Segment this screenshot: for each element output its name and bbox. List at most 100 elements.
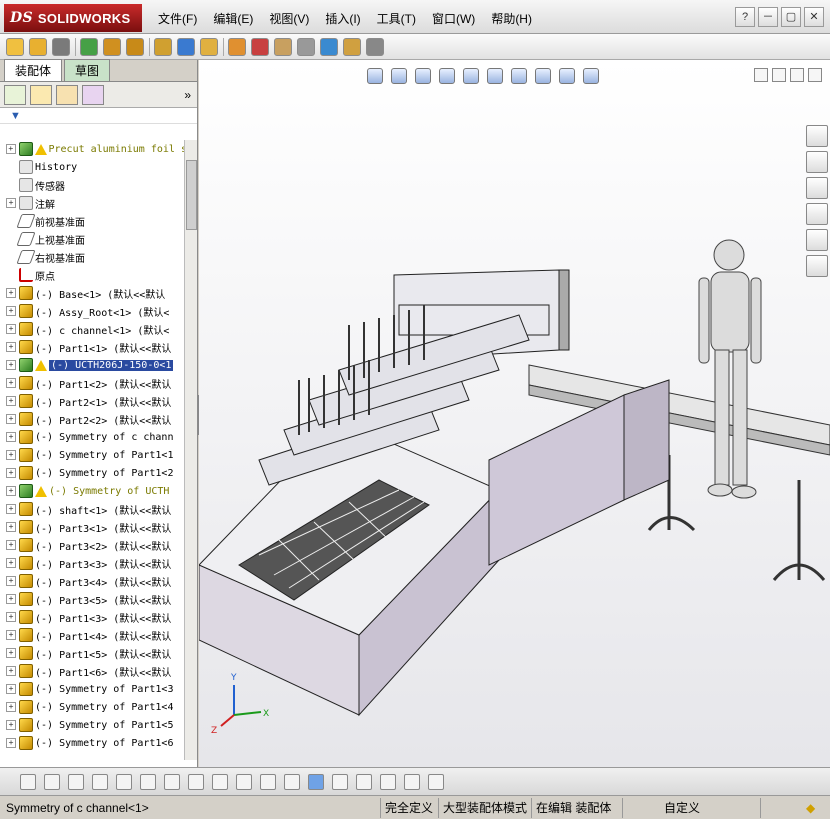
minimize-button[interactable]: － bbox=[758, 7, 778, 27]
tree-item[interactable]: + (-) Symmetry of Part1<1 bbox=[0, 446, 184, 464]
tree-item[interactable]: + (-) c channel<1> (默认< bbox=[0, 320, 184, 338]
shaded-view-icon[interactable] bbox=[308, 773, 324, 790]
tree-item[interactable]: + (-) Symmetry of Part1<6 bbox=[0, 734, 184, 752]
exploded-view-icon[interactable] bbox=[228, 37, 246, 56]
menu-edit[interactable]: 编辑(E) bbox=[205, 10, 261, 28]
menu-insert[interactable]: 插入(I) bbox=[317, 10, 368, 28]
menu-help[interactable]: 帮助(H) bbox=[483, 10, 540, 28]
instant3d-icon[interactable] bbox=[274, 37, 292, 56]
move-component-icon[interactable] bbox=[80, 37, 98, 56]
expand-toggle-icon[interactable]: + bbox=[6, 342, 16, 352]
offset-icon[interactable] bbox=[188, 773, 204, 790]
grid-icon[interactable] bbox=[236, 773, 252, 790]
tab-sketch[interactable]: 草图 bbox=[64, 59, 111, 81]
smart-fasteners-icon[interactable] bbox=[297, 37, 315, 56]
options-icon[interactable] bbox=[343, 37, 361, 56]
tree-scrollbar[interactable] bbox=[184, 140, 197, 760]
interference-detection-icon[interactable] bbox=[251, 37, 269, 56]
tree-item[interactable]: 右视基准面 bbox=[0, 248, 184, 266]
funnel-icon[interactable]: ▼ bbox=[10, 110, 21, 122]
trim-icon[interactable] bbox=[92, 773, 108, 790]
tree-item[interactable]: + 注解 bbox=[0, 194, 184, 212]
rebuild-status-icon[interactable]: ◆ bbox=[806, 800, 815, 816]
table-icon[interactable] bbox=[428, 773, 444, 790]
circle-icon[interactable] bbox=[44, 773, 60, 790]
tab-assembly[interactable]: 装配体 bbox=[4, 59, 63, 81]
expand-toggle-icon[interactable]: + bbox=[6, 324, 16, 334]
insert-component-icon[interactable] bbox=[6, 37, 24, 56]
expand-toggle-icon[interactable]: + bbox=[6, 414, 16, 424]
expand-toggle-icon[interactable]: + bbox=[6, 666, 16, 676]
linear-pattern-icon[interactable] bbox=[52, 37, 70, 56]
tree-item[interactable]: + (-) Symmetry of c chann bbox=[0, 428, 184, 446]
reference-geometry-icon[interactable] bbox=[154, 37, 172, 56]
tree-item[interactable]: + (-) Base<1> (默认<<默认 bbox=[0, 284, 184, 302]
tree-item[interactable]: 原点 bbox=[0, 266, 184, 284]
tree-item[interactable]: 传感器 bbox=[0, 176, 184, 194]
expand-toggle-icon[interactable]: + bbox=[6, 288, 16, 298]
expand-toggle-icon[interactable]: + bbox=[6, 468, 16, 478]
assembly-model-render[interactable]: Y X Z bbox=[199, 60, 830, 767]
tree-item[interactable]: + (-) Symmetry of Part1<5 bbox=[0, 716, 184, 734]
tree-item[interactable]: 上视基准面 bbox=[0, 230, 184, 248]
tree-item[interactable]: + (-) Part1<2> (默认<<默认 bbox=[0, 374, 184, 392]
expand-toggle-icon[interactable]: + bbox=[6, 378, 16, 388]
expand-toggle-icon[interactable]: + bbox=[6, 630, 16, 640]
rebuild-icon[interactable] bbox=[320, 37, 338, 56]
show-hidden-icon[interactable] bbox=[103, 37, 121, 56]
components-icon[interactable] bbox=[356, 773, 372, 790]
snapshot-icon[interactable] bbox=[366, 37, 384, 56]
dimension-icon[interactable] bbox=[212, 773, 228, 790]
solidworks-logo[interactable]: DS SOLIDWORKS bbox=[4, 4, 142, 32]
tree-scrollbar-thumb[interactable] bbox=[186, 160, 197, 230]
expand-toggle-icon[interactable]: + bbox=[6, 450, 16, 460]
maximize-button[interactable]: ▢ bbox=[781, 7, 801, 27]
tree-item[interactable]: + (-) Part1<1> (默认<<默认 bbox=[0, 338, 184, 356]
tree-item[interactable]: + (-) UCTH206J-150-0<1 bbox=[0, 356, 184, 374]
expand-toggle-icon[interactable]: + bbox=[6, 360, 16, 370]
polygon-icon[interactable] bbox=[68, 773, 84, 790]
mate-icon[interactable] bbox=[29, 37, 47, 56]
measure-icon[interactable] bbox=[404, 773, 420, 790]
tree-item[interactable]: + Precut aluminium foil se bbox=[0, 140, 184, 158]
line-icon[interactable] bbox=[116, 773, 132, 790]
expand-toggle-icon[interactable]: + bbox=[6, 702, 16, 712]
menu-tools[interactable]: 工具(T) bbox=[369, 10, 424, 28]
point-icon[interactable] bbox=[20, 773, 36, 790]
expand-toggle-icon[interactable]: + bbox=[6, 198, 16, 208]
bill-of-materials-icon[interactable] bbox=[200, 37, 218, 56]
help-button[interactable]: ? bbox=[735, 7, 755, 27]
expand-toggle-icon[interactable]: + bbox=[6, 576, 16, 586]
move-icon[interactable] bbox=[380, 773, 396, 790]
tree-item[interactable]: + (-) Symmetry of Part1<4 bbox=[0, 698, 184, 716]
menu-view[interactable]: 视图(V) bbox=[261, 10, 317, 28]
expand-toggle-icon[interactable]: + bbox=[6, 738, 16, 748]
expand-toggle-icon[interactable]: + bbox=[6, 720, 16, 730]
menu-window[interactable]: 窗口(W) bbox=[424, 10, 483, 28]
expand-toggle-icon[interactable]: + bbox=[6, 612, 16, 622]
expand-toggle-icon[interactable]: + bbox=[6, 558, 16, 568]
expand-toggle-icon[interactable]: + bbox=[6, 594, 16, 604]
expand-toggle-icon[interactable]: + bbox=[6, 396, 16, 406]
tree-item[interactable]: + (-) Part1<6> (默认<<默认 bbox=[0, 662, 184, 680]
expand-toggle-icon[interactable]: + bbox=[6, 144, 16, 154]
assembly-features-icon[interactable] bbox=[126, 37, 144, 56]
tree-item[interactable]: + (-) Symmetry of Part1<2 bbox=[0, 464, 184, 482]
expand-toggle-icon[interactable]: + bbox=[6, 504, 16, 514]
expand-toggle-icon[interactable]: + bbox=[6, 432, 16, 442]
tree-item[interactable]: + (-) Part1<5> (默认<<默认 bbox=[0, 644, 184, 662]
tree-item[interactable]: + (-) Assy_Root<1> (默认< bbox=[0, 302, 184, 320]
tree-item[interactable]: + (-) Part3<2> (默认<<默认 bbox=[0, 536, 184, 554]
fillet-icon[interactable] bbox=[140, 773, 156, 790]
expand-toggle-icon[interactable]: + bbox=[6, 486, 16, 496]
view-orientation-icon[interactable] bbox=[332, 773, 348, 790]
expand-toggle-icon[interactable]: + bbox=[6, 522, 16, 532]
tree-item[interactable]: + (-) Part3<3> (默认<<默认 bbox=[0, 554, 184, 572]
menu-file[interactable]: 文件(F) bbox=[150, 10, 205, 28]
tree-item[interactable]: + (-) Part3<4> (默认<<默认 bbox=[0, 572, 184, 590]
new-motion-study-icon[interactable] bbox=[177, 37, 195, 56]
expand-toggle-icon[interactable]: + bbox=[6, 648, 16, 658]
expand-toggle-icon[interactable]: + bbox=[6, 306, 16, 316]
property-manager-tab-icon[interactable] bbox=[30, 84, 52, 105]
close-button[interactable]: ✕ bbox=[804, 7, 824, 27]
